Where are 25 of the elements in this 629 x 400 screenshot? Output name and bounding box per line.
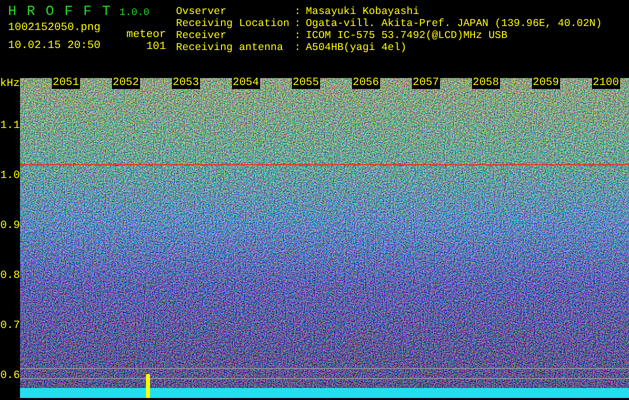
detection-label: meteor: [126, 29, 166, 41]
info-separator: :: [294, 18, 301, 30]
info-value: ICOM IC-575 53.7492(@LCD)MHz USB: [306, 30, 508, 42]
frequency-label: 0.8: [0, 270, 20, 282]
info-separator: :: [294, 30, 301, 42]
detection-count: 101: [146, 41, 166, 53]
info-value: Ogata-vill. Akita-Pref. JAPAN (139.96E, 40.02N): [306, 18, 602, 30]
info-label: Receiving antenna: [176, 42, 284, 54]
info-label: Ovserver: [176, 6, 228, 18]
info-value: A504HB(yagi 4el): [306, 42, 408, 54]
app-version: 1.0.0: [119, 8, 150, 19]
info-separator: :: [294, 6, 301, 18]
info-label: Receiving Location: [176, 18, 290, 30]
info-separator: :: [294, 42, 301, 54]
app-title: H R O F F T: [8, 4, 112, 20]
frequency-label: 1.1: [0, 120, 20, 132]
timestamp: 10.02.15 20:50: [8, 40, 102, 52]
file-name: 1002152050.png: [8, 22, 102, 34]
axis-unit: kHz: [0, 78, 20, 92]
frequency-label: 1.0: [0, 170, 20, 182]
info-label: Receiver: [176, 30, 228, 42]
info-value: Masayuki Kobayashi: [306, 6, 420, 18]
frequency-label: 0.7: [0, 320, 20, 332]
frequency-label: 0.9: [0, 220, 20, 232]
frequency-label: 0.6: [0, 370, 20, 382]
